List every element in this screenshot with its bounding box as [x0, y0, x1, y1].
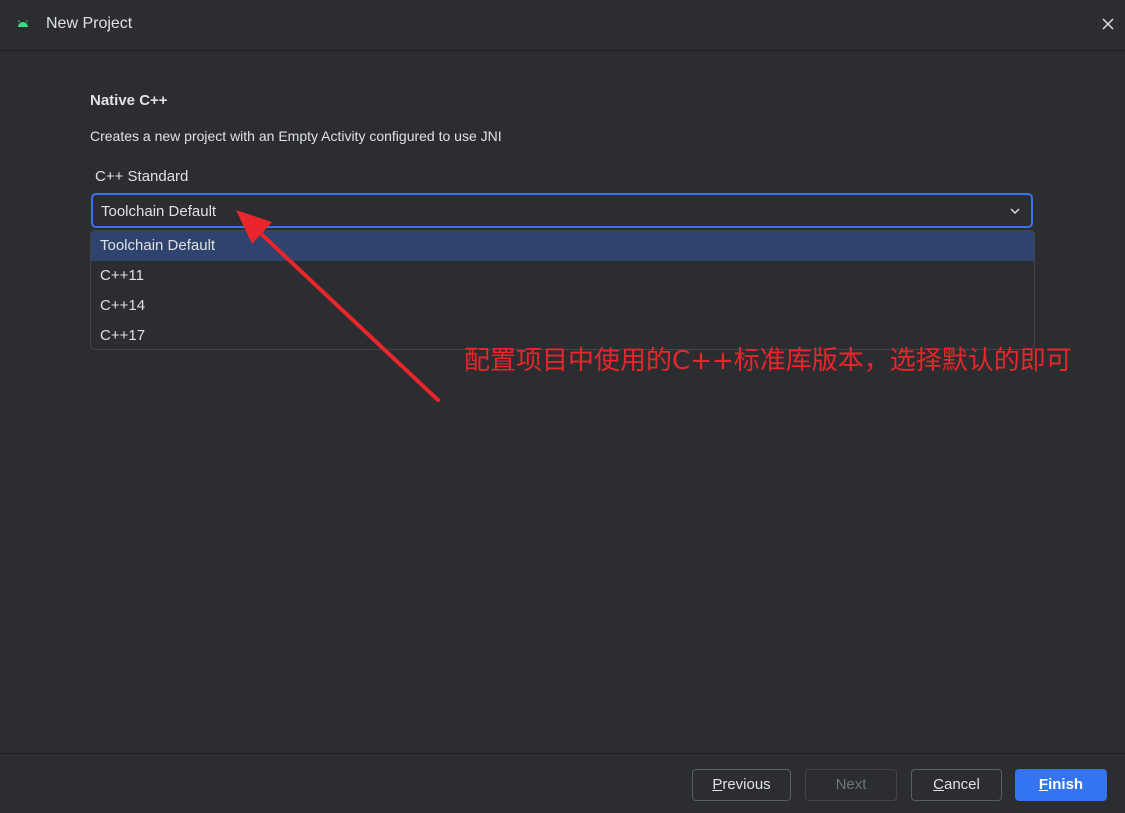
finish-mnemonic: F	[1038, 776, 1049, 793]
option-cpp14[interactable]: C++14	[91, 291, 1034, 321]
next-label: Next	[835, 776, 867, 793]
combobox-value: Toolchain Default	[101, 203, 217, 220]
title-bar: New Project	[0, 0, 1125, 51]
cpp-standard-combobox[interactable]: Toolchain Default	[91, 193, 1033, 228]
cpp-standard-dropdown: Toolchain Default C++11 C++14 C++17	[90, 230, 1035, 350]
finish-label: inish	[1048, 776, 1084, 793]
finish-button[interactable]: Finish	[1015, 769, 1107, 801]
window-title: New Project	[46, 15, 133, 32]
next-button[interactable]: Next	[805, 769, 897, 801]
previous-mnemonic: P	[712, 776, 723, 793]
dialog-footer: Previous Next Cancel Finish	[0, 753, 1125, 813]
dialog-content: Native C++ Creates a new project with an…	[0, 52, 1125, 752]
option-toolchain-default[interactable]: Toolchain Default	[91, 231, 1034, 261]
template-heading: Native C++	[90, 92, 168, 109]
android-icon	[18, 20, 28, 27]
cancel-mnemonic: C	[933, 776, 944, 793]
template-description: Creates a new project with an Empty Acti…	[90, 128, 502, 144]
previous-button[interactable]: Previous	[692, 769, 791, 801]
annotation-text: 配置项目中使用的C++标准库版本，选择默认的即可	[464, 346, 1072, 376]
close-icon[interactable]	[1099, 13, 1117, 35]
cancel-button[interactable]: Cancel	[911, 769, 1002, 801]
previous-label: revious	[722, 776, 771, 793]
chevron-down-icon	[1010, 208, 1020, 214]
cpp-standard-label: C++ Standard	[95, 168, 189, 185]
cancel-label: ancel	[943, 776, 980, 793]
option-cpp11[interactable]: C++11	[91, 261, 1034, 291]
